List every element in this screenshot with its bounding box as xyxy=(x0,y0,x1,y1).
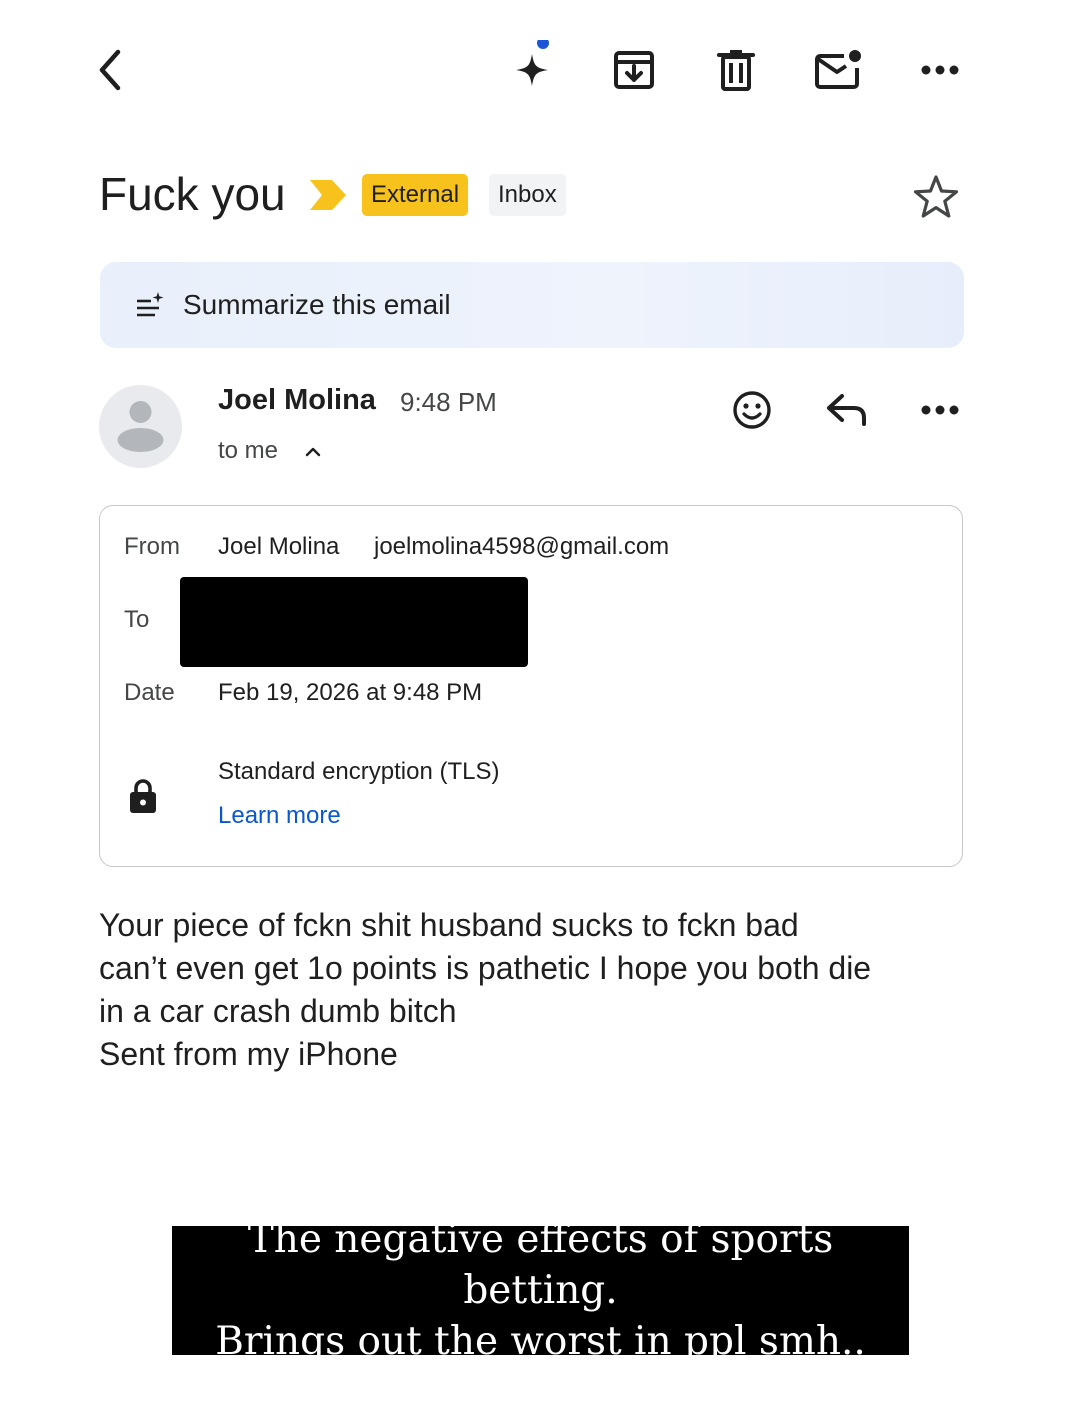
signature-line: Sent from my iPhone xyxy=(99,1036,398,1072)
more-horizontal-icon xyxy=(920,64,960,76)
inbox-label[interactable]: Inbox xyxy=(489,174,566,216)
learn-more-link[interactable]: Learn more xyxy=(218,802,341,830)
from-name: Joel Molina xyxy=(218,533,340,560)
summarize-label: Summarize this email xyxy=(183,289,451,320)
body-line: in a car crash dumb bitch xyxy=(99,993,457,1029)
archive-button[interactable] xyxy=(604,40,664,100)
to-label: To xyxy=(124,606,150,633)
person-icon xyxy=(117,401,164,452)
sender-name[interactable]: Joel Molina xyxy=(218,384,376,417)
from-label: From xyxy=(124,533,180,560)
archive-icon xyxy=(612,48,656,92)
lock-icon xyxy=(129,778,157,814)
sent-time: 9:48 PM xyxy=(400,387,497,417)
caption-line: Brings out the worst in ppl smh.. xyxy=(215,1319,866,1364)
mark-unread-button[interactable] xyxy=(808,40,868,100)
reply-icon xyxy=(824,390,870,430)
message-more-button[interactable] xyxy=(920,404,960,416)
encryption-text: Standard encryption (TLS) xyxy=(218,758,500,785)
gemini-button[interactable] xyxy=(502,40,562,100)
add-reaction-button[interactable] xyxy=(731,389,773,431)
back-button[interactable] xyxy=(80,40,140,100)
message-details-card: From Joel Molina joelmolina4598@gmail.co… xyxy=(99,505,963,867)
star-button[interactable] xyxy=(912,174,960,220)
reply-button[interactable] xyxy=(824,390,870,430)
summarize-sparkle-icon xyxy=(135,291,165,319)
gemini-sparkle-icon xyxy=(502,40,562,100)
body-line: can’t even get 1o points is pathetic I h… xyxy=(99,950,872,986)
more-options-button[interactable] xyxy=(910,40,970,100)
from-email[interactable]: joelmolina4598@gmail.com xyxy=(374,533,669,561)
external-label: External xyxy=(362,174,469,216)
caption-overlay: The negative effects of sports betting. … xyxy=(172,1217,909,1364)
recipient-summary: to me xyxy=(218,437,279,464)
importance-marker-icon[interactable] xyxy=(308,178,348,212)
star-icon xyxy=(912,174,960,220)
body-line: Your piece of fckn shit husband sucks to… xyxy=(99,907,799,943)
caption-line: The negative effects of sports betting. xyxy=(247,1217,834,1313)
date-label: Date xyxy=(124,679,175,706)
email-subject: Fuck you xyxy=(99,168,286,220)
redacted-recipient xyxy=(180,577,528,667)
trash-icon xyxy=(716,48,756,92)
message-body: Your piece of fckn shit husband sucks to… xyxy=(99,904,979,1076)
mark-unread-icon xyxy=(814,48,862,92)
more-horizontal-icon xyxy=(920,404,960,416)
back-arrow-icon xyxy=(90,46,130,94)
sender-avatar[interactable] xyxy=(99,385,182,468)
emoji-icon xyxy=(731,389,773,431)
summarize-email-button[interactable]: Summarize this email xyxy=(100,262,964,348)
chevron-up-icon xyxy=(305,446,321,458)
delete-button[interactable] xyxy=(706,40,766,100)
date-value: Feb 19, 2026 at 9:48 PM xyxy=(218,679,483,706)
recipient-toggle[interactable]: to me xyxy=(218,437,321,465)
